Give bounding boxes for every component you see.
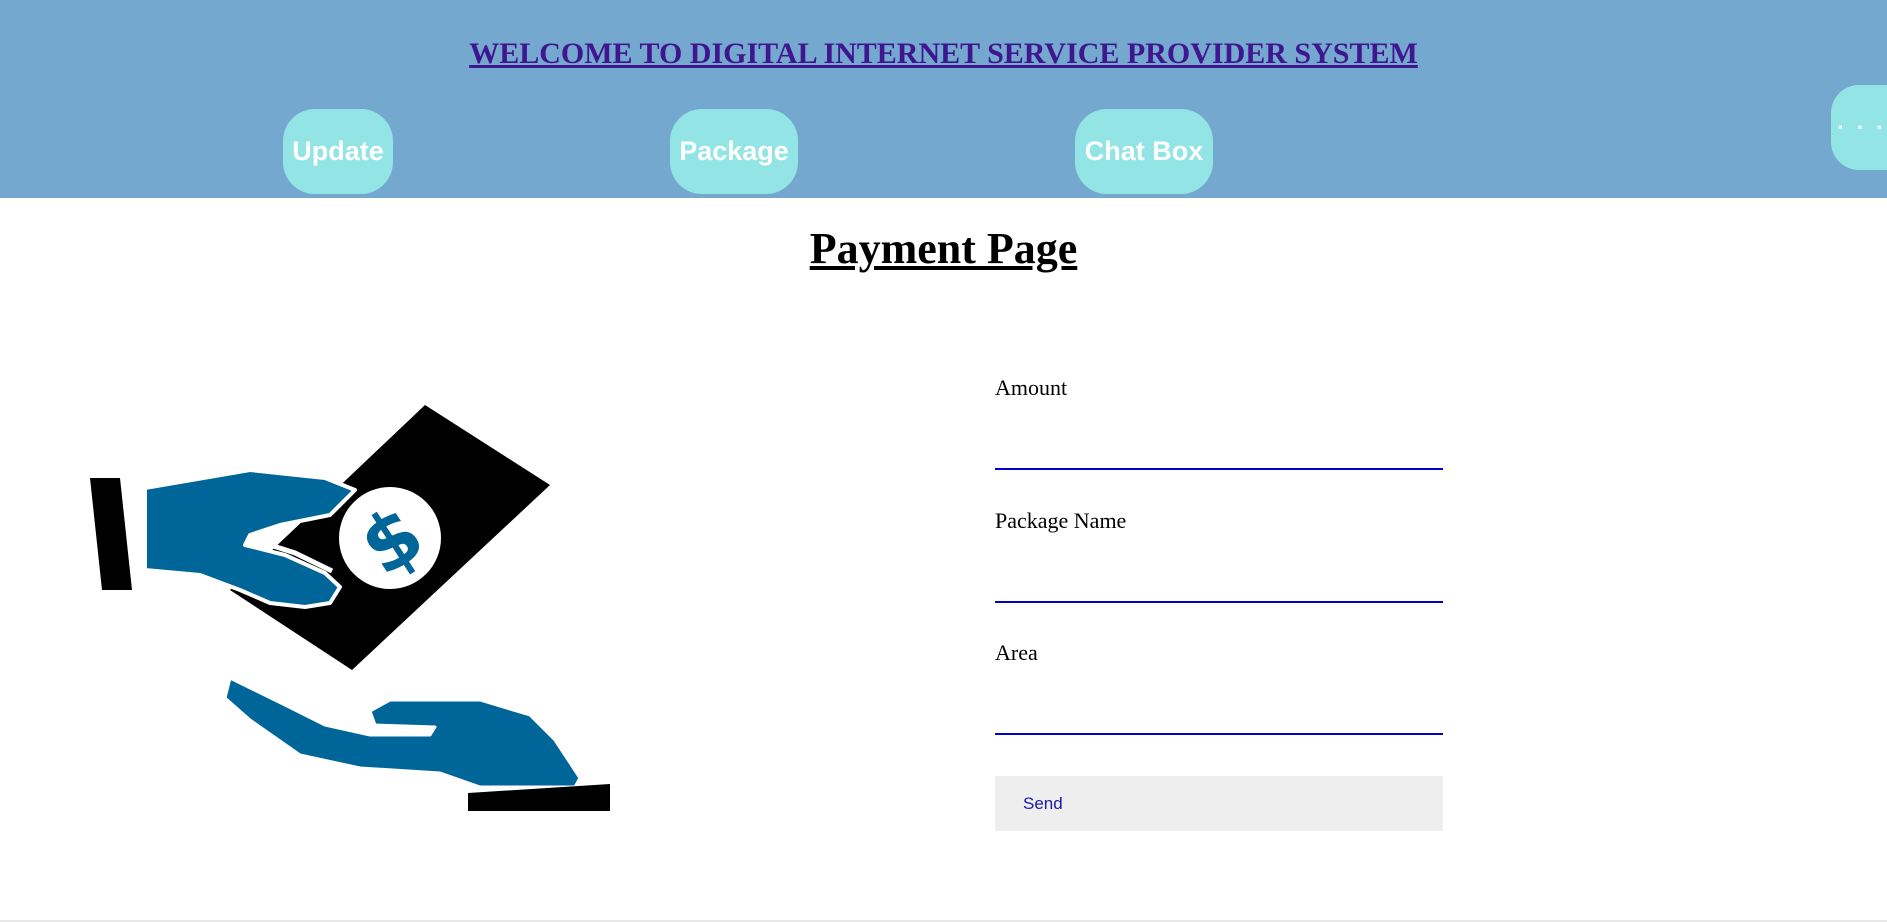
upper-cuff-shape xyxy=(90,478,132,590)
more-menu-button[interactable]: · · · xyxy=(1831,85,1887,170)
area-input[interactable] xyxy=(995,695,1443,735)
area-label: Area xyxy=(995,640,1038,665)
package-name-label: Package Name xyxy=(995,508,1127,533)
lower-hand-shape xyxy=(223,676,582,789)
site-title-link[interactable]: WELCOME TO DIGITAL INTERNET SERVICE PROV… xyxy=(0,37,1887,71)
package-name-input[interactable] xyxy=(995,563,1443,603)
send-button[interactable]: Send xyxy=(995,776,1443,831)
hand-giving-money-icon: $ xyxy=(90,405,610,811)
chat-box-button[interactable]: Chat Box xyxy=(1075,109,1213,194)
update-button[interactable]: Update xyxy=(283,109,393,194)
page-title: Payment Page xyxy=(809,224,1078,273)
package-button[interactable]: Package xyxy=(670,109,798,194)
header-bar: WELCOME TO DIGITAL INTERNET SERVICE PROV… xyxy=(0,0,1887,198)
amount-input[interactable] xyxy=(995,430,1443,470)
amount-label: Amount xyxy=(995,375,1068,400)
